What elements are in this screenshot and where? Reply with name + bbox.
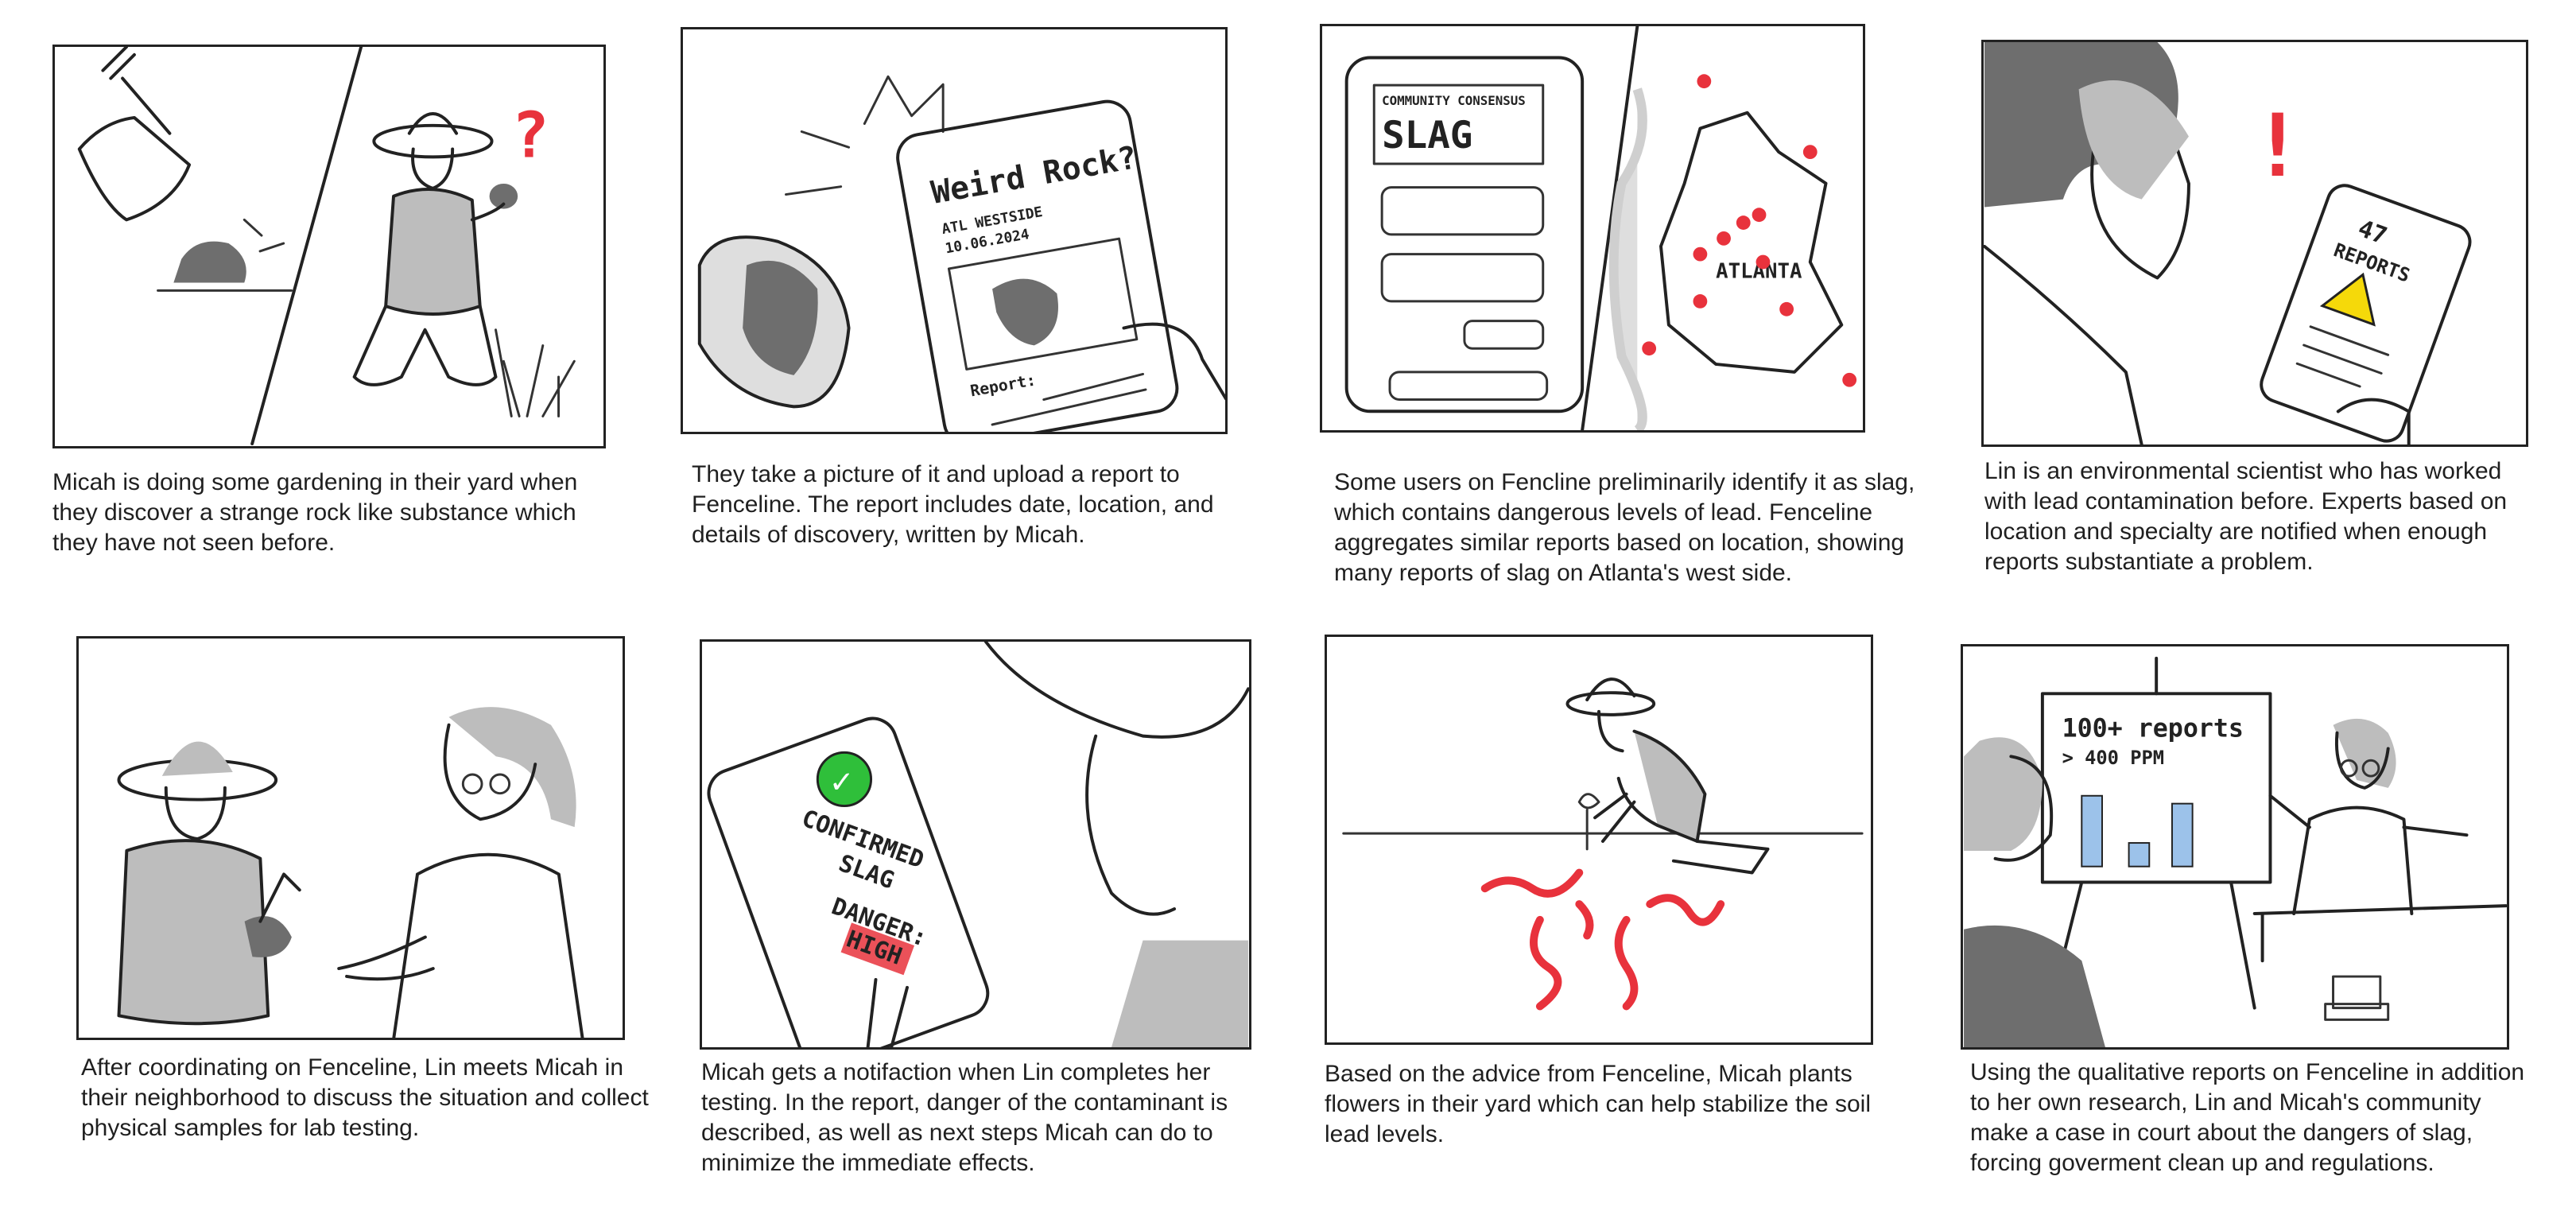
svg-text:✓: ✓ bbox=[831, 762, 852, 802]
board-ppm-label: > 400 PPM bbox=[2062, 747, 2164, 769]
panel-5-caption: After coordinating on Fenceline, Lin mee… bbox=[81, 1054, 649, 1141]
gardening-sketch: ? bbox=[77, 47, 576, 446]
question-mark: ? bbox=[511, 99, 549, 172]
consensus-label: COMMUNITY CONSENSUS bbox=[1382, 93, 1526, 108]
storyboard-panel-7 bbox=[1325, 635, 1873, 1045]
storyboard-panel-3: COMMUNITY CONSENSUS SLAG ATLANTA bbox=[1320, 24, 1865, 433]
panel-7-caption: Based on the advice from Fenceline, Mica… bbox=[1325, 1061, 1871, 1147]
panel-8-caption: Using the qualitative reports on Fenceli… bbox=[1970, 1059, 2525, 1176]
phone-photo-sketch: Weird Rock? ATL WESTSIDE 10.06.2024 Repo… bbox=[697, 75, 1225, 432]
storyboard-panel-4: ! 47 REPORTS bbox=[1981, 40, 2528, 447]
alert-mark: ! bbox=[2252, 95, 2303, 196]
panel-2-caption: They take a picture of it and upload a r… bbox=[692, 461, 1214, 548]
panel-4-caption: Lin is an environmental scientist who ha… bbox=[1984, 458, 2508, 575]
panel-3-caption: Some users on Fencline preliminarily ide… bbox=[1334, 469, 1915, 586]
meeting-sketch bbox=[117, 707, 584, 1038]
notification-sketch: ✓ CONFIRMED SLAG DANGER: HIGH bbox=[707, 642, 1249, 1047]
report-field-label: Report: bbox=[969, 371, 1038, 400]
storyboard-panel-2: Weird Rock? ATL WESTSIDE 10.06.2024 Repo… bbox=[681, 27, 1228, 434]
lead-contamination-marks bbox=[1480, 868, 1725, 1011]
storyboard-panel-6: ✓ CONFIRMED SLAG DANGER: HIGH bbox=[700, 639, 1251, 1050]
storyboard-panel-5 bbox=[76, 636, 625, 1040]
board-bar-chart bbox=[2081, 794, 2194, 868]
panel-6-caption: Micah gets a notifaction when Lin comple… bbox=[701, 1059, 1228, 1176]
courtroom-sketch: 100+ reports > 400 PPM bbox=[1964, 656, 2507, 1047]
scientist-phone-sketch: ! 47 REPORTS bbox=[1984, 42, 2472, 444]
report-title: Weird Rock? bbox=[929, 139, 1140, 212]
panel-1-caption: Micah is doing some gardening in their y… bbox=[52, 469, 578, 556]
consensus-value: SLAG bbox=[1382, 114, 1472, 157]
report-count: 47 bbox=[2355, 214, 2391, 250]
board-reports-label: 100+ reports bbox=[2062, 715, 2244, 743]
storyboard-panel-1: ? bbox=[52, 45, 606, 448]
community-map-sketch: COMMUNITY CONSENSUS SLAG ATLANTA bbox=[1344, 26, 1857, 430]
planting-sketch bbox=[1342, 677, 1864, 1011]
storyboard-panel-8: 100+ reports > 400 PPM bbox=[1961, 644, 2509, 1050]
